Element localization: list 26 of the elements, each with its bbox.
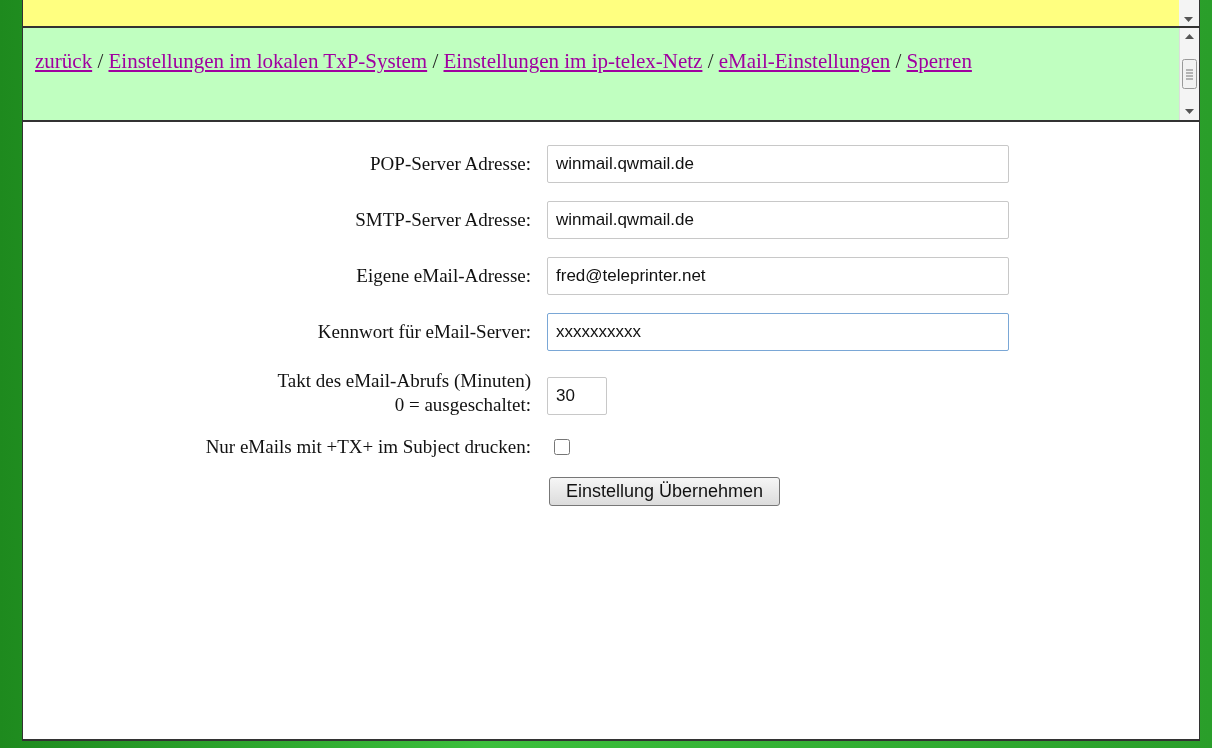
breadcrumb-link[interactable]: zurück	[35, 49, 93, 73]
scroll-up-icon[interactable]	[1185, 34, 1194, 39]
checkbox[interactable]	[554, 439, 570, 455]
input-field[interactable]: xxxxxxxxxx	[547, 313, 1009, 351]
breadcrumb-link[interactable]: Sperren	[906, 49, 972, 73]
breadcrumb-separator: /	[432, 49, 439, 73]
field-label: Nur eMails mit +TX+ im Subject drucken:	[204, 435, 531, 459]
breadcrumb-separator: /	[97, 49, 104, 73]
input-field[interactable]: winmail.qwmail.de	[547, 145, 1009, 183]
input-field[interactable]: fred@teleprinter.net	[547, 257, 1009, 295]
breadcrumb-link[interactable]: Einstellungen im lokalen TxP-System	[108, 49, 428, 73]
field-label: POP-Server Adresse:	[369, 152, 531, 176]
input-field[interactable]: winmail.qwmail.de	[547, 201, 1009, 239]
scrollbar-thumb-icon[interactable]	[1182, 59, 1197, 89]
field-label: Takt des eMail-Abrufs (Minuten) 0 = ausgeschaltet:	[276, 369, 531, 417]
input-field[interactable]: 30	[547, 377, 607, 415]
field-label: Kennwort für eMail-Server:	[316, 320, 531, 344]
breadcrumb-separator: /	[707, 49, 714, 73]
scroll-down-icon[interactable]	[1184, 17, 1193, 22]
breadcrumb-link[interactable]: eMail-Einstellungen	[718, 49, 891, 73]
scroll-down-icon[interactable]	[1185, 109, 1194, 114]
field-label: SMTP-Server Adresse:	[354, 208, 531, 232]
submit-button[interactable]: Einstellung Übernehmen	[549, 477, 781, 506]
field-label: Eigene eMail-Adresse:	[355, 264, 531, 288]
breadcrumb-separator: /	[895, 49, 902, 73]
breadcrumb-link[interactable]: Einstellungen im ip-telex-Netz	[443, 49, 703, 73]
